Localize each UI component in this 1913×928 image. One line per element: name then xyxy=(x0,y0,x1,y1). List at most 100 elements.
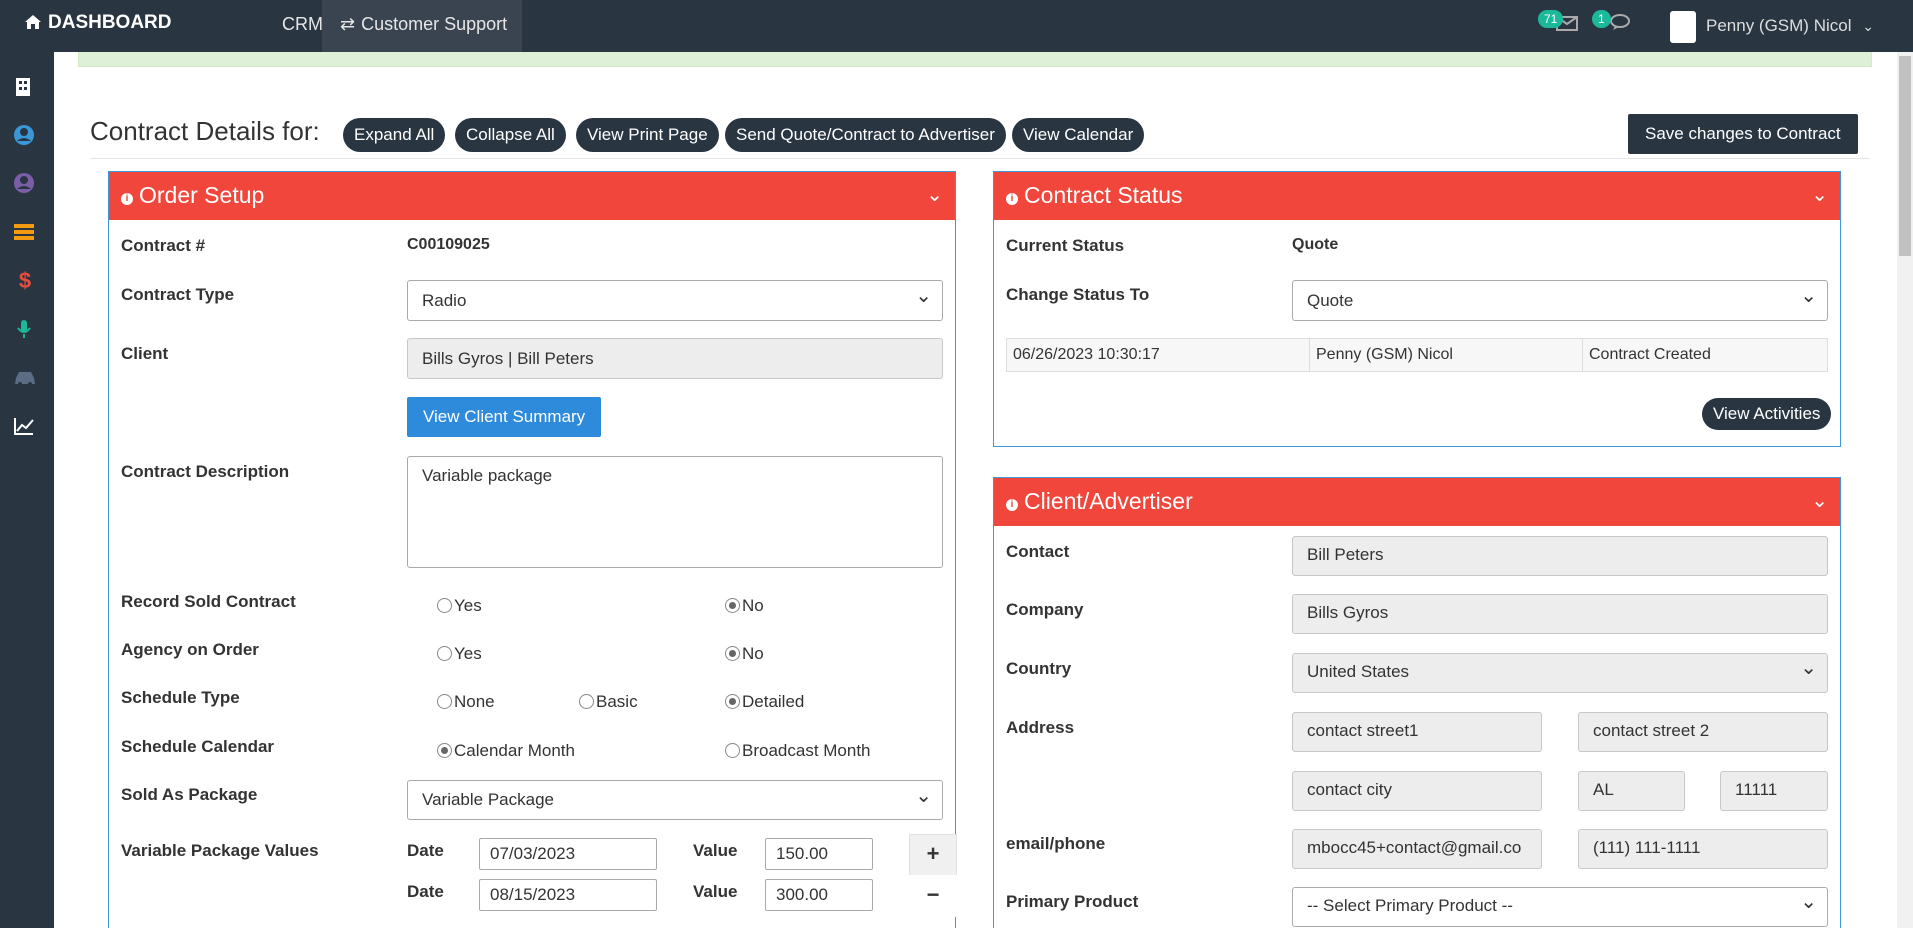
radio-label: Broadcast Month xyxy=(742,741,871,760)
street2-field[interactable]: contact street 2 xyxy=(1578,712,1828,752)
chat-notifications[interactable]: 1 xyxy=(1592,10,1634,37)
agency-no-radio[interactable]: No xyxy=(725,644,764,664)
expand-all-button[interactable]: Expand All xyxy=(343,118,446,152)
calendar-month-radio[interactable]: Calendar Month xyxy=(437,741,575,761)
radio-selected-icon xyxy=(725,694,740,709)
broadcast-month-radio[interactable]: Broadcast Month xyxy=(725,741,871,761)
view-print-page-button[interactable]: View Print Page xyxy=(576,118,719,152)
status-history-table: 06/26/2023 10:30:17 Penny (GSM) Nicol Co… xyxy=(1006,338,1828,372)
contact-field[interactable]: Bill Peters xyxy=(1292,536,1828,576)
history-action: Contract Created xyxy=(1582,338,1828,372)
chevron-down-icon[interactable]: ⌄ xyxy=(926,172,943,218)
comments-icon xyxy=(1610,14,1630,30)
radio-label: No xyxy=(742,644,764,663)
package-date-input[interactable]: 08/15/2023 xyxy=(479,879,657,911)
city-value: contact city xyxy=(1307,780,1393,799)
minus-icon: − xyxy=(926,882,940,907)
nav-customer-support-label: Customer Support xyxy=(361,14,508,34)
radio-label: None xyxy=(454,692,495,711)
client-value: Bills Gyros | Bill Peters xyxy=(422,349,594,368)
primary-product-value: -- Select Primary Product -- xyxy=(1307,896,1513,915)
save-contract-button[interactable]: Save changes to Contract xyxy=(1628,114,1858,154)
chevron-down-icon: ⌄ xyxy=(1862,18,1874,34)
page-title: Contract Details for: xyxy=(90,116,320,146)
package-date-value: 07/03/2023 xyxy=(490,844,576,863)
view-activities-button[interactable]: View Activities xyxy=(1702,398,1832,430)
primary-product-select[interactable]: -- Select Primary Product -- xyxy=(1292,884,1828,927)
user-circle-icon[interactable] xyxy=(13,172,37,196)
mail-notifications[interactable]: 71 xyxy=(1538,10,1578,37)
client-advertiser-header[interactable]: i Client/Advertiser ⌄ xyxy=(994,478,1840,526)
dashboard-link[interactable]: DASHBOARD xyxy=(24,0,172,46)
change-status-select[interactable]: Quote xyxy=(1292,277,1828,321)
schedule-basic-radio[interactable]: Basic xyxy=(579,692,638,712)
record-sold-yes-radio[interactable]: Yes xyxy=(437,596,482,616)
chevron-down-icon[interactable]: ⌄ xyxy=(1811,478,1828,524)
schedule-none-radio[interactable]: None xyxy=(437,692,495,712)
value-label: Value xyxy=(693,882,738,901)
scrollbar-thumb[interactable] xyxy=(1899,56,1911,256)
change-status-label: Change Status To xyxy=(1006,285,1150,304)
chevron-down-icon[interactable]: ⌄ xyxy=(1811,172,1828,218)
phone-field[interactable]: (111) 111-1111 xyxy=(1578,829,1828,869)
microphone-icon[interactable] xyxy=(13,318,37,342)
top-navbar: DASHBOARD CRM ⇄ Customer Support 71 1 Pen… xyxy=(0,0,1913,52)
radio-icon xyxy=(437,598,452,613)
radio-label: Basic xyxy=(596,692,638,711)
chart-line-icon[interactable] xyxy=(13,416,37,440)
exchange-icon: ⇄ xyxy=(340,14,356,34)
history-date: 06/26/2023 10:30:17 xyxy=(1006,338,1310,372)
street1-field[interactable]: contact street1 xyxy=(1292,712,1542,752)
table-row: 06/26/2023 10:30:17 Penny (GSM) Nicol Co… xyxy=(1006,338,1828,372)
view-client-summary-button[interactable]: View Client Summary xyxy=(407,397,602,437)
info-icon: i xyxy=(1006,499,1018,511)
contract-type-select[interactable]: Radio xyxy=(407,277,943,321)
contract-number-label: Contract # xyxy=(121,236,206,255)
send-quote-button[interactable]: Send Quote/Contract to Advertiser xyxy=(725,118,1006,152)
brand-label: DASHBOARD xyxy=(48,12,172,33)
building-icon[interactable] xyxy=(13,76,37,100)
date-label: Date xyxy=(407,841,444,860)
contract-status-header[interactable]: i Contract Status ⌄ xyxy=(994,172,1840,220)
view-calendar-button[interactable]: View Calendar xyxy=(1012,118,1145,152)
package-value-input[interactable]: 150.00 xyxy=(765,838,873,870)
radio-icon xyxy=(579,694,594,709)
main-content: Contract Details for: Expand All Collaps… xyxy=(54,52,1897,928)
state-field[interactable]: AL xyxy=(1578,771,1685,811)
order-setup-header[interactable]: i Order Setup ⌄ xyxy=(109,172,955,220)
nav-crm[interactable]: CRM xyxy=(282,0,323,52)
sold-as-package-value: Variable Package xyxy=(422,790,554,809)
remove-row-button[interactable]: − xyxy=(909,875,957,917)
radio-icon xyxy=(437,646,452,661)
company-value: Bills Gyros xyxy=(1307,603,1389,622)
package-date-input[interactable]: 07/03/2023 xyxy=(479,838,657,870)
company-field[interactable]: Bills Gyros xyxy=(1292,594,1828,634)
user-menu[interactable]: Penny (GSM) Nicol ⌄ xyxy=(1670,8,1874,44)
nav-customer-support[interactable]: ⇄ Customer Support xyxy=(322,0,522,52)
contract-number: C00109025 xyxy=(407,236,490,253)
schedule-detailed-radio[interactable]: Detailed xyxy=(725,692,804,712)
zip-value: 11111 xyxy=(1735,780,1778,799)
add-row-button[interactable]: + xyxy=(909,834,957,876)
country-select[interactable]: United States xyxy=(1292,650,1828,693)
city-field[interactable]: contact city xyxy=(1292,771,1542,811)
agency-yes-radio[interactable]: Yes xyxy=(437,644,482,664)
dollar-icon[interactable]: $ xyxy=(13,268,37,293)
car-icon[interactable] xyxy=(13,368,37,392)
collapse-all-button[interactable]: Collapse All xyxy=(455,118,566,152)
user-circle-icon[interactable] xyxy=(13,124,37,148)
zip-field[interactable]: 11111 xyxy=(1720,771,1828,811)
radio-label: Yes xyxy=(454,644,482,663)
record-sold-no-radio[interactable]: No xyxy=(725,596,764,616)
client-field[interactable]: Bills Gyros | Bill Peters xyxy=(407,338,943,379)
list-icon[interactable] xyxy=(13,222,37,246)
radio-selected-icon xyxy=(725,598,740,613)
email-field[interactable]: mbocc45+contact@gmail.co xyxy=(1292,829,1542,869)
contract-description-textarea[interactable]: Variable package xyxy=(407,456,943,568)
chat-count-badge: 1 xyxy=(1592,10,1611,28)
history-user: Penny (GSM) Nicol xyxy=(1309,338,1583,372)
vertical-scrollbar[interactable] xyxy=(1897,52,1913,928)
package-value-input[interactable]: 300.00 xyxy=(765,879,873,911)
sold-as-package-select[interactable]: Variable Package xyxy=(407,777,943,820)
contract-type-value: Radio xyxy=(422,291,467,310)
